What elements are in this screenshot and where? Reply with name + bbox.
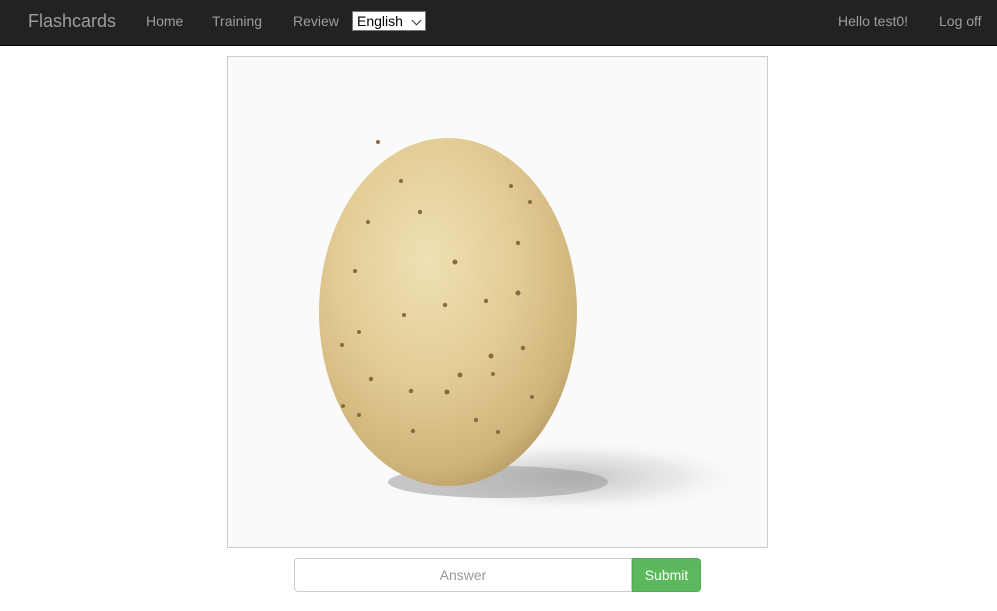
submit-button[interactable]: Submit (632, 558, 701, 592)
chevron-down-icon (411, 15, 422, 26)
user-greeting-link[interactable]: Hello test0! (838, 13, 908, 29)
nav-review-link[interactable]: Review (293, 13, 339, 29)
logoff-link[interactable]: Log off (939, 13, 982, 29)
nav-home-link[interactable]: Home (146, 13, 183, 29)
brand-link[interactable]: Flashcards (28, 11, 116, 31)
flashcard-image (227, 56, 768, 548)
top-navbar: Flashcards Home Training Review English … (0, 0, 997, 46)
nav-training-link[interactable]: Training (212, 13, 262, 29)
answer-input[interactable] (294, 558, 632, 592)
language-select[interactable]: English (352, 11, 426, 31)
language-select-value: English (357, 13, 403, 29)
potato-image (228, 57, 767, 547)
